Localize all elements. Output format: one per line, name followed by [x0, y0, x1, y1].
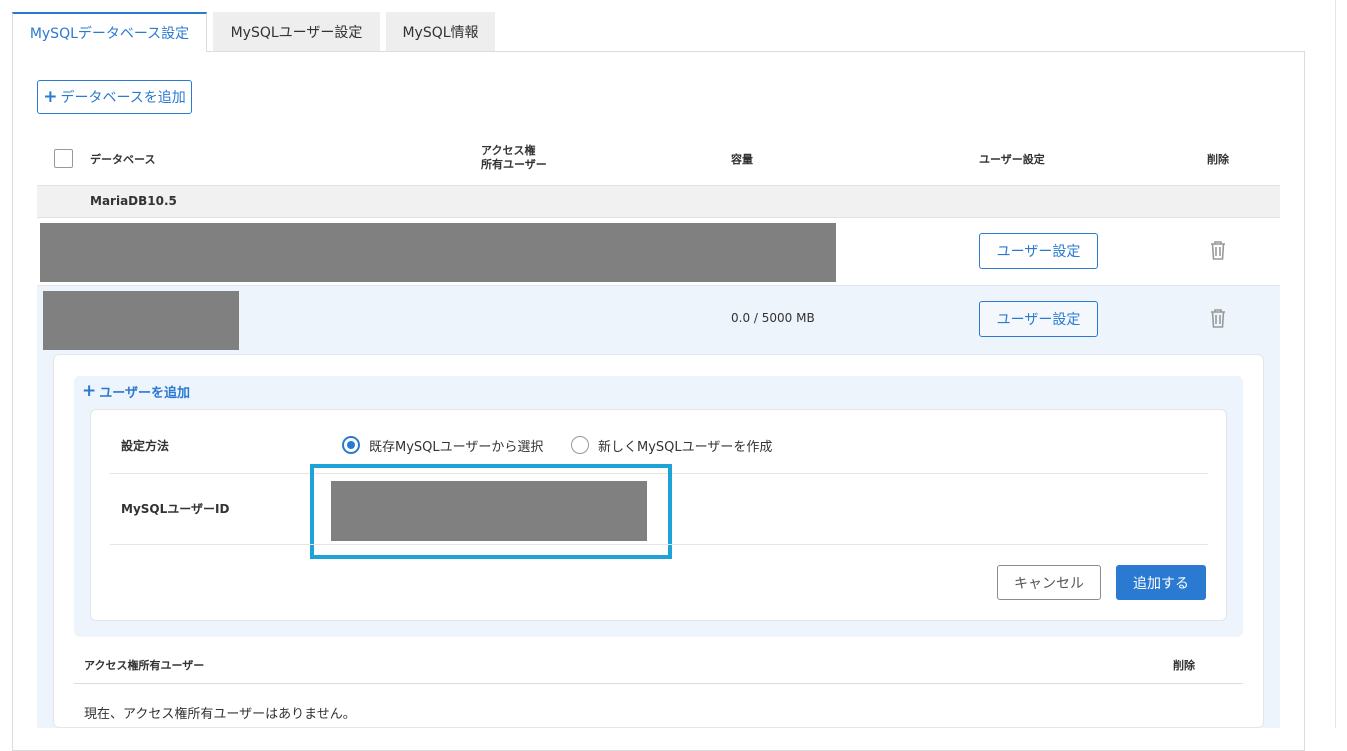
- add-database-button[interactable]: + データベースを追加: [37, 80, 192, 114]
- tab-mysql-database-settings[interactable]: MySQLデータベース設定: [12, 12, 207, 52]
- radio-new-user[interactable]: [571, 436, 589, 454]
- header-delete: 削除: [1207, 153, 1229, 166]
- redacted-db-row-1: [40, 223, 836, 282]
- user-settings-button-row-1[interactable]: ユーザー設定: [979, 233, 1098, 269]
- header-capacity: 容量: [731, 153, 753, 166]
- cancel-button[interactable]: キャンセル: [997, 565, 1101, 600]
- option-existing-user-label: 既存MySQLユーザーから選択: [369, 440, 544, 455]
- header-access-owner: アクセス権 所有ユーザー: [481, 144, 547, 172]
- plus-icon: +: [43, 86, 58, 107]
- tab-mysql-user-settings[interactable]: MySQLユーザー設定: [213, 12, 380, 51]
- db-group-label: MariaDB10.5: [90, 194, 177, 208]
- access-users-empty-message: 現在、アクセス権所有ユーザーはありません。: [84, 707, 356, 722]
- capacity-value: 0.0 / 5000 MB: [731, 311, 815, 325]
- form-separator: [110, 544, 1208, 545]
- mysql-user-id-label: MySQLユーザーID: [121, 502, 230, 516]
- submit-add-button[interactable]: 追加する: [1116, 565, 1206, 600]
- header-access-line1: アクセス権: [481, 144, 536, 157]
- access-users-delete-header: 削除: [1173, 659, 1195, 672]
- tab-mysql-info[interactable]: MySQL情報: [386, 12, 495, 51]
- access-users-header: アクセス権所有ユーザー: [84, 659, 205, 672]
- trash-icon[interactable]: [1209, 240, 1227, 264]
- add-user-label: ユーザーを追加: [99, 386, 190, 401]
- user-settings-button-row-2[interactable]: ユーザー設定: [979, 301, 1098, 337]
- method-label: 設定方法: [121, 439, 170, 453]
- header-database: データベース: [90, 153, 156, 166]
- option-new-user-label: 新しくMySQLユーザーを作成: [598, 440, 773, 455]
- access-users-separator: [74, 683, 1243, 684]
- select-all-checkbox[interactable]: [54, 149, 73, 168]
- trash-icon[interactable]: [1209, 308, 1227, 332]
- redacted-db-row-2: [43, 291, 239, 350]
- header-access-line2: 所有ユーザー: [481, 158, 547, 171]
- header-user-settings: ユーザー設定: [979, 153, 1045, 166]
- add-user-link[interactable]: + ユーザーを追加: [82, 381, 190, 402]
- add-database-label: データベースを追加: [60, 90, 186, 106]
- db-group-row: MariaDB10.5: [37, 185, 1280, 218]
- window-divider: [1335, 0, 1336, 728]
- plus-icon: +: [82, 381, 97, 401]
- radio-existing-user[interactable]: [342, 436, 360, 454]
